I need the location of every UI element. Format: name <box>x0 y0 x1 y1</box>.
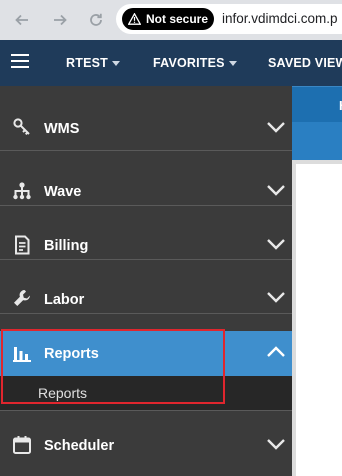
arrow-right-icon <box>54 14 67 26</box>
security-chip[interactable]: Not secure <box>122 8 214 30</box>
warning-icon <box>128 13 141 25</box>
url-text: infor.vdimdci.com.p <box>222 11 338 26</box>
wrench-icon <box>12 288 32 308</box>
chevron-down-icon <box>267 439 285 450</box>
menu-label: SAVED VIEW <box>268 56 342 70</box>
sidebar-item-wave[interactable]: Wave <box>0 151 292 206</box>
sidebar-item-labor[interactable]: Labor <box>0 260 292 314</box>
content-panel <box>296 164 342 476</box>
chevron-down-icon <box>267 239 285 250</box>
sidebar-item-scheduler[interactable]: Scheduler <box>0 410 292 476</box>
back-button[interactable] <box>10 8 34 32</box>
sidebar-item-label: WMS <box>44 121 80 137</box>
sidebar-item-label: Reports <box>44 346 99 362</box>
address-bar[interactable]: Not secure infor.vdimdci.com.p <box>116 4 342 34</box>
sidebar-item-reports[interactable]: Reports <box>0 331 292 376</box>
bar-chart-icon <box>12 343 32 363</box>
content-tab-bar: H <box>292 86 342 122</box>
calendar-icon <box>12 435 32 455</box>
browser-toolbar: Not secure infor.vdimdci.com.p <box>0 0 342 40</box>
reload-icon <box>90 13 102 26</box>
sidebar-subitem-label: Reports <box>38 385 88 401</box>
sidebar-item-billing[interactable]: Billing <box>0 206 292 260</box>
sidebar-item-label: Labor <box>44 292 85 308</box>
caret-down-icon <box>111 60 120 66</box>
content-toolbar <box>292 122 342 160</box>
menu-label: FAVORITES <box>153 56 225 70</box>
hamburger-menu-icon[interactable] <box>11 54 29 68</box>
invoice-icon <box>12 235 32 255</box>
sidebar-item-label: Billing <box>44 238 89 254</box>
menu-favorites[interactable]: FAVORITES <box>153 40 237 86</box>
sidebar-item-wms[interactable]: WMS <box>0 86 292 151</box>
key-icon <box>12 117 32 137</box>
chevron-down-icon <box>267 292 285 303</box>
chevron-up-icon <box>267 346 285 357</box>
caret-down-icon <box>228 60 237 66</box>
sidebar-item-label: Scheduler <box>44 438 115 454</box>
forward-button[interactable] <box>48 8 72 32</box>
hierarchy-icon <box>12 181 32 201</box>
sidebar-item-label: Wave <box>44 184 82 200</box>
app-header: RTEST FAVORITES SAVED VIEW <box>0 40 342 86</box>
chevron-down-icon <box>267 185 285 196</box>
sidebar-subitem-reports[interactable]: Reports <box>0 376 292 410</box>
menu-rtest[interactable]: RTEST <box>66 40 120 86</box>
chevron-down-icon <box>267 122 285 133</box>
arrow-left-icon <box>15 14 28 26</box>
security-label: Not secure <box>146 12 209 26</box>
menu-label: RTEST <box>66 56 108 70</box>
reload-button[interactable] <box>84 8 108 32</box>
menu-saved-views[interactable]: SAVED VIEW <box>268 40 342 86</box>
